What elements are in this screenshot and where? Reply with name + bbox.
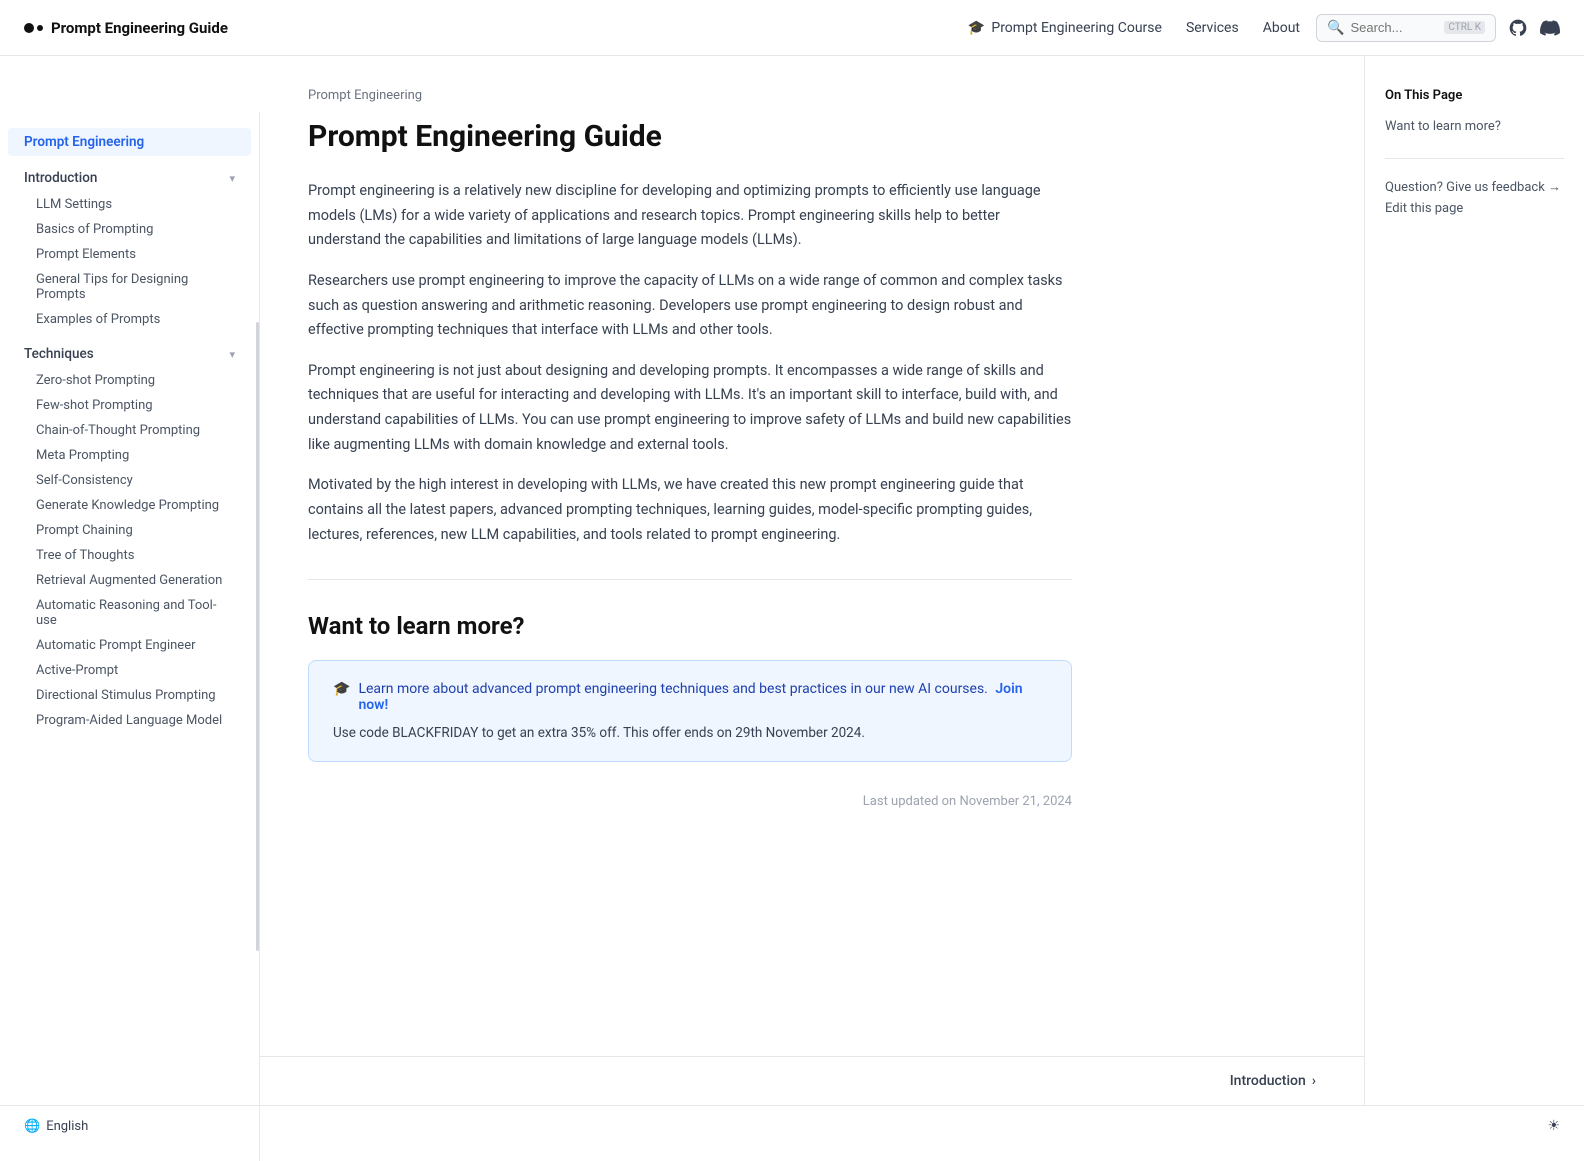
sidebar-item-prompt-engineering[interactable]: Prompt Engineering xyxy=(8,128,251,156)
graduation-promo-icon: 🎓 xyxy=(333,681,350,697)
paragraph-2: Researchers use prompt engineering to im… xyxy=(308,269,1072,343)
sidebar-scrollbar xyxy=(256,322,259,951)
next-page-label: Introduction xyxy=(1230,1073,1306,1089)
sidebar-item-zero-shot[interactable]: Zero-shot Prompting xyxy=(8,368,251,393)
last-updated: Last updated on November 21, 2024 xyxy=(308,794,1072,809)
sidebar-item-auto-reasoning[interactable]: Automatic Reasoning and Tool-use xyxy=(8,593,251,633)
discord-icon[interactable] xyxy=(1540,18,1560,38)
paragraph-3: Prompt engineering is not just about des… xyxy=(308,359,1072,458)
logo-icon xyxy=(24,23,43,33)
promo-code: Use code BLACKFRIDAY to get an extra 35%… xyxy=(333,725,1047,741)
layout: Prompt Engineering Introduction ▾ LLM Se… xyxy=(0,56,1584,1105)
sidebar-item-general-tips[interactable]: General Tips for Designing Prompts xyxy=(8,267,251,307)
search-input[interactable] xyxy=(1350,20,1438,35)
sidebar-item-self-consistency[interactable]: Self-Consistency xyxy=(8,468,251,493)
topnav-icons xyxy=(1508,18,1560,38)
search-box[interactable]: 🔍 CTRL K xyxy=(1316,14,1496,42)
about-link[interactable]: About xyxy=(1263,20,1300,36)
sidebar-item-techniques[interactable]: Techniques ▾ xyxy=(8,340,251,368)
feedback-link[interactable]: Question? Give us feedback → xyxy=(1385,179,1564,195)
edit-page-link[interactable]: Edit this page xyxy=(1385,201,1564,216)
right-divider xyxy=(1385,158,1564,159)
search-icon: 🔍 xyxy=(1327,20,1344,36)
sidebar-item-auto-prompt-engineer[interactable]: Automatic Prompt Engineer xyxy=(8,633,251,658)
sidebar-item-meta-prompting[interactable]: Meta Prompting xyxy=(8,443,251,468)
theme-toggle[interactable]: ☀ xyxy=(1547,1118,1560,1134)
logo-text: Prompt Engineering Guide xyxy=(51,19,228,37)
github-icon[interactable] xyxy=(1508,18,1528,38)
logo[interactable]: Prompt Engineering Guide xyxy=(24,19,228,37)
sidebar-item-introduction[interactable]: Introduction ▾ xyxy=(8,164,251,192)
want-to-learn-title: Want to learn more? xyxy=(308,612,1072,640)
paragraph-4: Motivated by the high interest in develo… xyxy=(308,473,1072,547)
promo-box: 🎓 Learn more about advanced prompt engin… xyxy=(308,660,1072,762)
next-page-link[interactable]: Introduction › xyxy=(1230,1073,1316,1089)
sidebar-item-prompt-elements[interactable]: Prompt Elements xyxy=(8,242,251,267)
course-link[interactable]: 🎓 Prompt Engineering Course xyxy=(968,20,1162,36)
page-title: Prompt Engineering Guide xyxy=(308,119,1072,155)
sidebar-item-examples[interactable]: Examples of Prompts xyxy=(8,307,251,332)
sidebar-item-llm-settings[interactable]: LLM Settings xyxy=(8,192,251,217)
topnav: Prompt Engineering Guide 🎓 Prompt Engine… xyxy=(0,0,1584,56)
paragraph-1: Prompt engineering is a relatively new d… xyxy=(308,179,1072,253)
on-this-page-item-learn-more[interactable]: Want to learn more? xyxy=(1385,115,1564,138)
sidebar-item-active-prompt[interactable]: Active-Prompt xyxy=(8,658,251,683)
sidebar-item-generate-knowledge[interactable]: Generate Knowledge Prompting xyxy=(8,493,251,518)
promo-text: Learn more about advanced prompt enginee… xyxy=(358,681,987,697)
sidebar-item-prompt-chaining[interactable]: Prompt Chaining xyxy=(8,518,251,543)
right-panel: On This Page Want to learn more? Questio… xyxy=(1364,56,1584,1105)
breadcrumb: Prompt Engineering xyxy=(308,88,1072,103)
sidebar-item-tree-of-thoughts[interactable]: Tree of Thoughts xyxy=(8,543,251,568)
sidebar-item-chain-of-thought[interactable]: Chain-of-Thought Prompting xyxy=(8,418,251,443)
chevron-down-icon-techniques: ▾ xyxy=(229,348,235,361)
sidebar-item-directional-stimulus[interactable]: Directional Stimulus Prompting xyxy=(8,683,251,708)
sidebar-item-rag[interactable]: Retrieval Augmented Generation xyxy=(8,568,251,593)
promo-main-text: 🎓 Learn more about advanced prompt engin… xyxy=(333,681,1047,713)
sidebar: Prompt Engineering Introduction ▾ LLM Se… xyxy=(0,112,260,1161)
on-this-page-title: On This Page xyxy=(1385,88,1564,103)
main-content: Prompt Engineering Prompt Engineering Gu… xyxy=(260,56,1120,1056)
topnav-links: 🎓 Prompt Engineering Course Services Abo… xyxy=(968,20,1300,36)
sidebar-item-basics-of-prompting[interactable]: Basics of Prompting xyxy=(8,217,251,242)
section-divider xyxy=(308,579,1072,580)
theme-icon: ☀ xyxy=(1547,1118,1560,1134)
sidebar-item-program-aided[interactable]: Program-Aided Language Model xyxy=(8,708,251,733)
next-arrow-icon: › xyxy=(1312,1073,1316,1089)
bottom-nav: Introduction › xyxy=(260,1056,1364,1105)
page-body: Prompt engineering is a relatively new d… xyxy=(308,179,1072,547)
graduation-icon: 🎓 xyxy=(968,20,985,36)
chevron-down-icon: ▾ xyxy=(229,172,235,185)
search-shortcut: CTRL K xyxy=(1444,21,1485,34)
sidebar-item-few-shot[interactable]: Few-shot Prompting xyxy=(8,393,251,418)
services-link[interactable]: Services xyxy=(1186,20,1239,36)
